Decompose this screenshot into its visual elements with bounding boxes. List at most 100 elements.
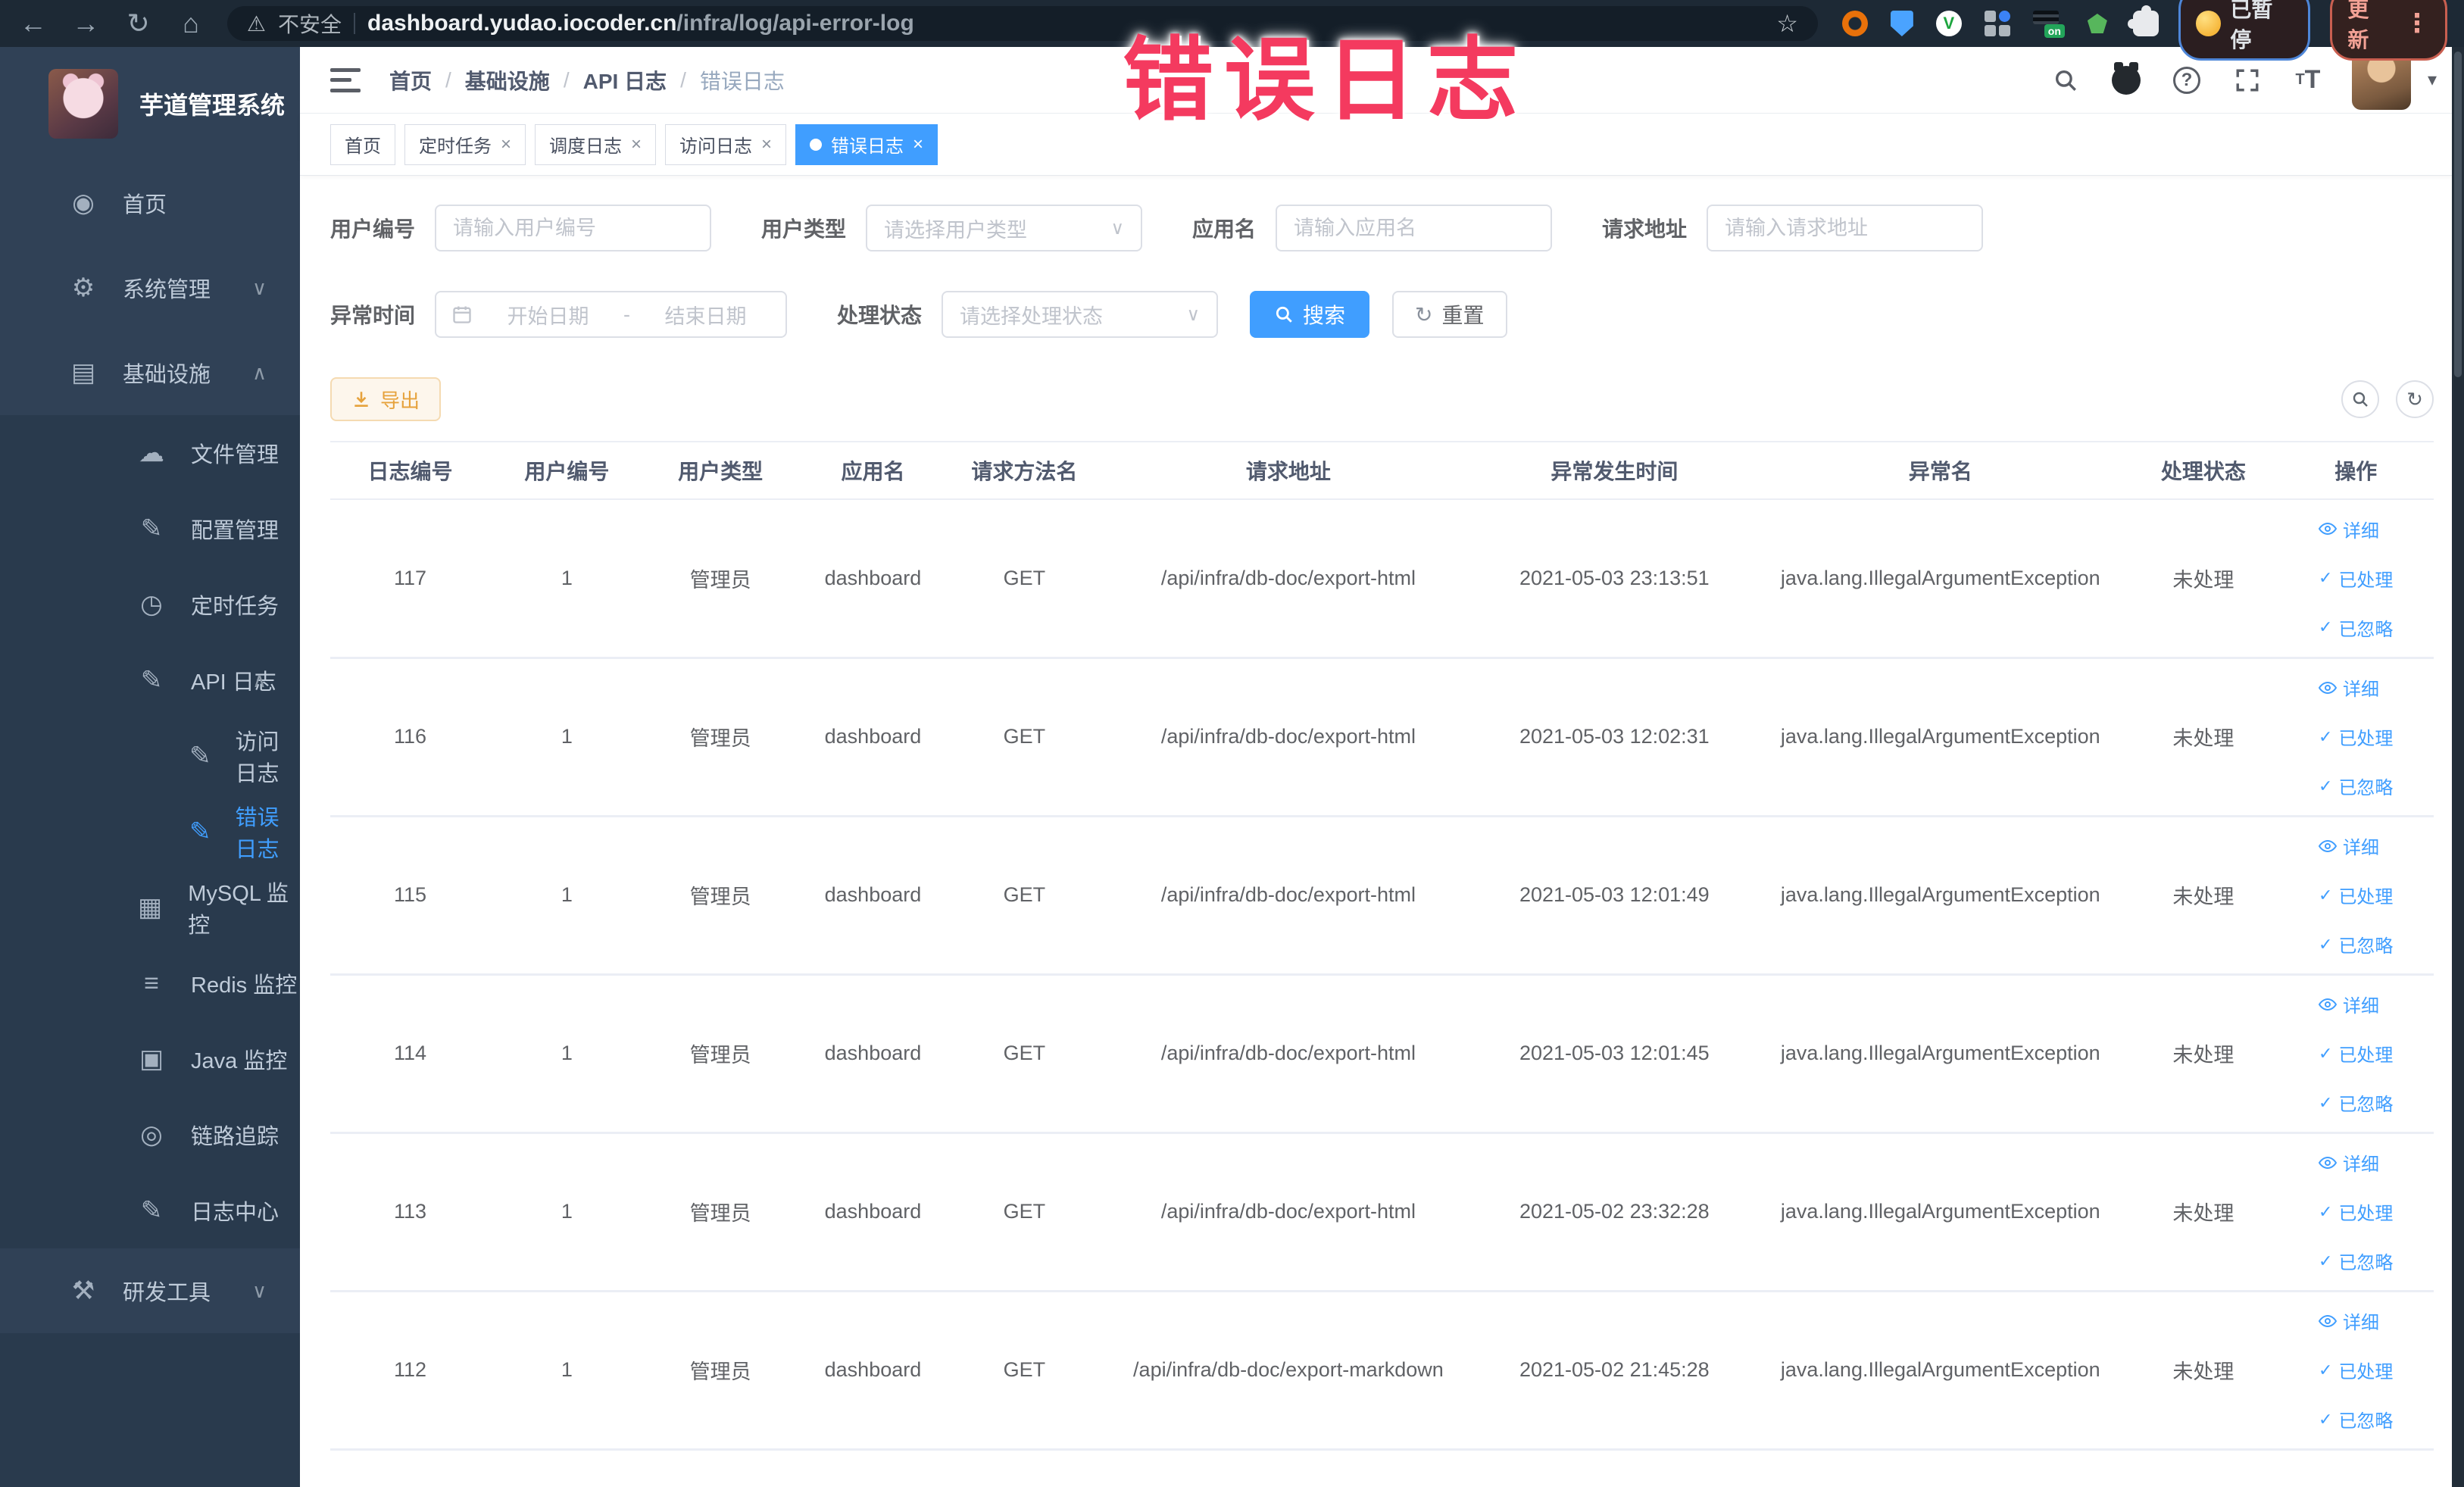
paused-profile-chip[interactable]: 已暂停 [2178, 0, 2311, 61]
breadcrumb-api-log[interactable]: API 日志 [583, 65, 667, 95]
detail-link[interactable]: 详细 [2319, 674, 2379, 701]
toggle-search-button[interactable] [2341, 380, 2379, 418]
mark-ignored-link[interactable]: ✓ 已忽略 [2319, 1089, 2393, 1116]
process-status-select[interactable]: 请选择处理状态 ∨ [942, 291, 1219, 338]
browser-back-button[interactable]: ← [17, 8, 49, 39]
detail-link[interactable]: 详细 [2319, 833, 2379, 859]
col-exception-time: 异常发生时间 [1476, 441, 1753, 500]
sidebar-item-scheduled-jobs[interactable]: ◷ 定时任务 [0, 567, 300, 642]
reset-button[interactable]: ↻ 重置 [1392, 291, 1507, 338]
breadcrumb-infrastructure[interactable]: 基础设施 [465, 65, 550, 95]
close-icon[interactable]: × [501, 134, 511, 155]
tag-access-log[interactable]: 访问日志 × [665, 123, 787, 165]
export-button[interactable]: 导出 [330, 377, 442, 421]
mark-ignored-link[interactable]: ✓ 已忽略 [2319, 1248, 2393, 1274]
sidebar-item-home[interactable]: ◉ 首页 [0, 161, 300, 245]
sidebar-item-infrastructure[interactable]: ▤ 基础设施 ∧ [0, 330, 300, 415]
request-url-input[interactable] [1707, 205, 1984, 251]
search-button[interactable]: 搜索 [1250, 291, 1370, 338]
scrollbar-thumb[interactable] [2454, 52, 2462, 377]
sidebar-item-java-monitor[interactable]: ▣ Java 监控 [0, 1021, 300, 1097]
address-bar[interactable]: ⚠ 不安全 dashboard.yudao.iocoder.cn/infra/l… [226, 6, 1818, 41]
github-icon[interactable] [2110, 61, 2143, 97]
close-icon[interactable]: × [631, 134, 642, 155]
extension-shield-icon[interactable] [1890, 11, 1913, 36]
user-type-label: 用户类型 [761, 217, 847, 241]
bookmark-star-icon[interactable]: ☆ [1776, 9, 1798, 38]
mark-processed-link[interactable]: ✓ 已处理 [2319, 882, 2393, 908]
refresh-button[interactable]: ↻ [2396, 380, 2434, 418]
mark-ignored-link[interactable]: ✓ 已忽略 [2319, 773, 2393, 799]
mark-ignored-link[interactable]: ✓ 已忽略 [2319, 1406, 2393, 1432]
collapse-sidebar-button[interactable] [330, 67, 361, 92]
chevron-down-icon: ∨ [251, 276, 267, 299]
sidebar-item-log-center[interactable]: ✎ 日志中心 [0, 1173, 300, 1248]
cell-exception-name: java.lang.IllegalArgumentException [1752, 816, 2129, 976]
tag-home[interactable]: 首页 [330, 123, 395, 165]
cell-status: 未处理 [2128, 974, 2278, 1134]
detail-link[interactable]: 详细 [2319, 991, 2379, 1017]
app-name-input[interactable] [1276, 205, 1553, 251]
sidebar-item-file-manage[interactable]: ☁ 文件管理 [0, 415, 300, 491]
mark-processed-link[interactable]: ✓ 已处理 [2319, 565, 2393, 592]
col-app-name: 应用名 [797, 441, 949, 500]
sidebar-item-api-log[interactable]: ✎ API 日志 ∧ [0, 642, 300, 718]
sidebar-item-access-log[interactable]: ✎ 访问日志 [0, 718, 300, 794]
window-scrollbar[interactable] [2452, 47, 2464, 1487]
detail-link[interactable]: 详细 [2319, 1307, 2379, 1334]
cell-user-id: 1 [490, 499, 644, 659]
mark-processed-link[interactable]: ✓ 已处理 [2319, 1357, 2393, 1383]
mark-ignored-link[interactable]: ✓ 已忽略 [2319, 931, 2393, 957]
detail-link[interactable]: 详细 [2319, 1149, 2379, 1176]
breadcrumb-home[interactable]: 首页 [389, 65, 432, 95]
sidebar-item-redis-monitor[interactable]: ≡ Redis 监控 [0, 945, 300, 1021]
close-icon[interactable]: × [761, 134, 772, 155]
table-header-row: 日志编号 用户编号 用户类型 应用名 请求方法名 请求地址 异常发生时间 异常名… [330, 441, 2434, 500]
font-size-icon[interactable]: TT [2291, 64, 2325, 97]
user-type-select[interactable]: 请选择用户类型 ∨ [866, 205, 1143, 251]
browser-home-button[interactable]: ⌂ [174, 8, 207, 39]
update-chrome-button[interactable]: 更新 ⋮ [2330, 0, 2447, 61]
sidebar-item-mysql-monitor[interactable]: ▦ MySQL 监控 [0, 870, 300, 945]
mark-processed-link[interactable]: ✓ 已处理 [2319, 1198, 2393, 1225]
sidebar-item-config-manage[interactable]: ✎ 配置管理 [0, 491, 300, 567]
app-logo-row[interactable]: 芋道管理系统 [0, 47, 300, 161]
browser-forward-button[interactable]: → [69, 8, 101, 39]
error-log-table: 日志编号 用户编号 用户类型 应用名 请求方法名 请求地址 异常发生时间 异常名… [330, 441, 2434, 1451]
cell-method: GET [948, 658, 1101, 817]
detail-link[interactable]: 详细 [2319, 516, 2379, 542]
sidebar-item-dev-tools[interactable]: ⚒ 研发工具 ∨ [0, 1248, 300, 1333]
tag-scheduled-jobs[interactable]: 定时任务 × [404, 123, 526, 165]
mark-processed-link[interactable]: ✓ 已处理 [2319, 1040, 2393, 1067]
close-icon[interactable]: × [913, 134, 923, 155]
database-icon: ▦ [138, 893, 163, 922]
sidebar-item-error-log[interactable]: ✎ 错误日志 [0, 794, 300, 870]
extension-grid-icon[interactable] [1984, 11, 2010, 36]
tag-schedule-log[interactable]: 调度日志 × [535, 123, 657, 165]
sidebar-item-system-manage[interactable]: ⚙ 系统管理 ∨ [0, 245, 300, 330]
extension-switch-icon[interactable]: on [2032, 11, 2065, 38]
help-icon[interactable]: ? [2170, 64, 2203, 97]
extension-orange-icon[interactable] [1841, 11, 1868, 36]
breadcrumb-separator: / [563, 67, 570, 92]
check-icon: ✓ [2319, 568, 2333, 588]
cell-log-id: 117 [330, 499, 491, 659]
eye-icon [2319, 1314, 2337, 1327]
mark-processed-link[interactable]: ✓ 已处理 [2319, 723, 2393, 750]
extension-v-icon[interactable]: V [1935, 11, 1962, 36]
browser-reload-button[interactable]: ↻ [122, 8, 155, 39]
col-method: 请求方法名 [948, 441, 1101, 500]
user-id-input[interactable] [435, 205, 712, 251]
extensions-puzzle-icon[interactable] [2127, 5, 2159, 36]
extension-leaf-icon[interactable] [2084, 11, 2110, 36]
sidebar-item-trace[interactable]: ◎ 链路追踪 [0, 1097, 300, 1173]
cell-exception-time: 2021-05-02 23:32:28 [1476, 1132, 1753, 1292]
header-search-icon[interactable] [2049, 64, 2082, 97]
cell-exception-time: 2021-05-03 12:01:45 [1476, 974, 1753, 1134]
avatar-caret-down-icon[interactable]: ▾ [2428, 69, 2437, 91]
mark-ignored-link[interactable]: ✓ 已忽略 [2319, 614, 2393, 641]
browser-menu-icon[interactable]: ⋮ [2404, 8, 2430, 39]
tag-error-log[interactable]: 错误日志 × [795, 123, 938, 165]
fullscreen-icon[interactable] [2231, 64, 2264, 97]
exception-time-range-picker[interactable]: 开始日期 - 结束日期 [435, 291, 788, 338]
